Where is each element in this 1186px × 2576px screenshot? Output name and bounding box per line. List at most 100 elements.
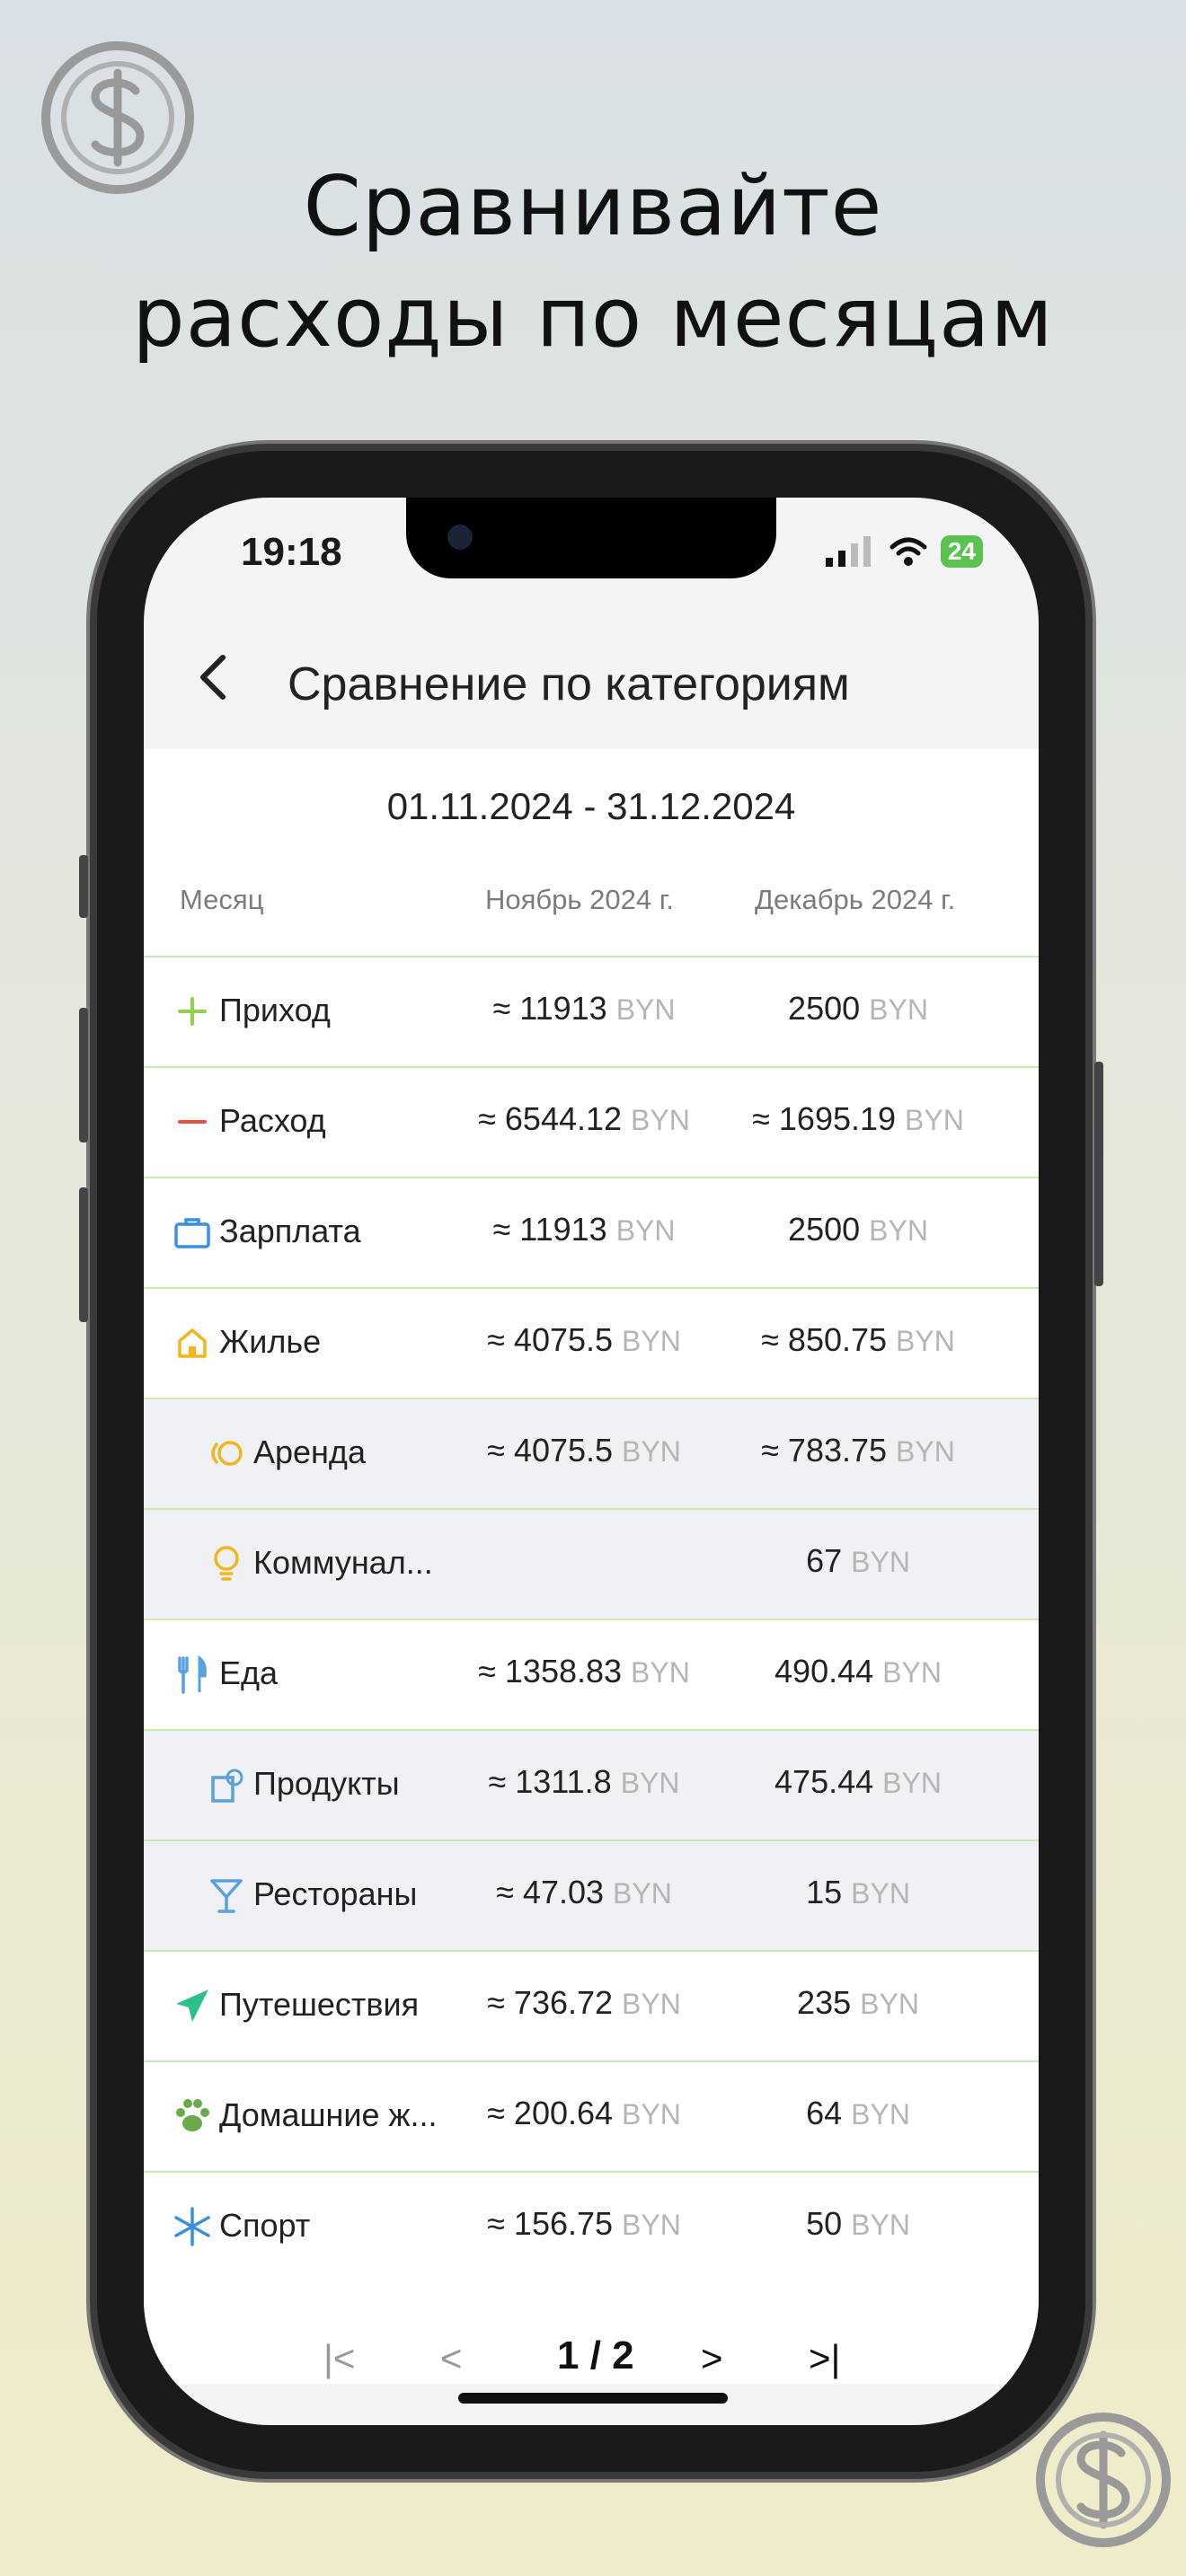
category-name: Зарплата	[219, 1213, 361, 1249]
currency-label: BYN	[869, 1214, 928, 1247]
amount: 475.44	[774, 1763, 874, 1800]
currency-label: BYN	[882, 1656, 942, 1689]
value-col-1: ≈ 1311.8 BYN	[476, 1763, 692, 1801]
house-icon	[171, 1321, 214, 1364]
category-name: Приход	[219, 992, 331, 1028]
currency-label: BYN	[631, 1104, 690, 1136]
battery-icon: 24	[940, 535, 983, 568]
last-page-icon[interactable]: >|	[809, 2337, 840, 2380]
currency-label: BYN	[622, 1988, 681, 2020]
date-range[interactable]: 01.11.2024 - 31.12.2024	[144, 785, 1039, 828]
amount: 235	[797, 1984, 852, 2021]
status-time: 19:18	[241, 530, 342, 574]
value-col-2: 2500 BYN	[737, 990, 979, 1028]
amount: ≈ 156.75	[487, 2205, 614, 2242]
table-row[interactable]: Продукты ≈ 1311.8 BYN 475.44 BYN	[144, 1729, 1039, 1839]
currency-label: BYN	[882, 1767, 942, 1799]
amount: ≈ 736.72	[487, 1984, 614, 2021]
currency-label: BYN	[851, 1546, 910, 1578]
currency-label: BYN	[613, 1877, 672, 1910]
snowflake-icon	[171, 2205, 214, 2248]
table-row[interactable]: Еда ≈ 1358.83 BYN 490.44 BYN	[144, 1619, 1039, 1729]
table-row[interactable]: Зарплата ≈ 11913 BYN 2500 BYN	[144, 1177, 1039, 1287]
next-page-icon[interactable]: >	[701, 2337, 723, 2380]
header-month: Месяц	[180, 884, 264, 915]
value-col-1: ≈ 736.72 BYN	[476, 1984, 692, 2022]
amount: ≈ 11913	[492, 1211, 607, 1248]
phone-side-button	[79, 855, 88, 918]
amount: 490.44	[774, 1653, 874, 1689]
currency-label: BYN	[896, 1435, 955, 1468]
currency-label: BYN	[622, 2209, 681, 2241]
currency-label: BYN	[896, 1325, 955, 1357]
table-row[interactable]: Жилье ≈ 4075.5 BYN ≈ 850.75 BYN	[144, 1287, 1039, 1398]
table-row[interactable]: Коммунал... 67 BYN	[144, 1508, 1039, 1619]
headline-line-2: расходы по месяцам	[132, 269, 1054, 366]
value-col-2: ≈ 1695.19 BYN	[737, 1100, 979, 1138]
value-col-1: ≈ 156.75 BYN	[476, 2205, 692, 2243]
wifi-icon	[890, 537, 927, 566]
value-col-1: ≈ 1358.83 BYN	[476, 1653, 692, 1690]
value-col-2: 2500 BYN	[737, 1211, 979, 1248]
app-logo	[1036, 2413, 1171, 2547]
currency-label: BYN	[622, 2098, 681, 2130]
value-col-2: 64 BYN	[737, 2095, 979, 2132]
table-rows: Приход ≈ 11913 BYN 2500 BYN Расход ≈ 6544.12…	[144, 956, 1039, 2281]
phone-screen: 19:18 24 Сравнение по категориям 01.11.2…	[144, 498, 1039, 2425]
phone-side-button	[79, 1187, 88, 1322]
first-page-icon[interactable]: |<	[323, 2337, 355, 2380]
amount: ≈ 1358.83	[478, 1653, 623, 1689]
page-title: Сравнение по категориям	[288, 658, 850, 710]
paw-icon	[171, 2095, 214, 2138]
value-col-2: 475.44 BYN	[737, 1763, 979, 1801]
currency-label: BYN	[851, 2098, 910, 2130]
page-indicator: 1 / 2	[557, 2333, 634, 2378]
table-row[interactable]: Домашние ж... ≈ 200.64 BYN 64 BYN	[144, 2060, 1039, 2171]
category-name: Расход	[219, 1102, 326, 1139]
table-row[interactable]: Расход ≈ 6544.12 BYN ≈ 1695.19 BYN	[144, 1066, 1039, 1177]
table-row[interactable]: Рестораны ≈ 47.03 BYN 15 BYN	[144, 1839, 1039, 1950]
camera-icon	[447, 525, 473, 550]
table-row[interactable]: Аренда ≈ 4075.5 BYN ≈ 783.75 BYN	[144, 1398, 1039, 1508]
prev-page-icon[interactable]: <	[440, 2337, 463, 2380]
table-row[interactable]: Путешествия ≈ 736.72 BYN 235 BYN	[144, 1950, 1039, 2060]
phone-side-button	[79, 1008, 88, 1142]
phone-frame: 19:18 24 Сравнение по категориям 01.11.2…	[79, 451, 1103, 2472]
amount: 67	[806, 1542, 843, 1579]
comparison-table: 01.11.2024 - 31.12.2024 Месяц Ноябрь 202…	[144, 749, 1039, 2384]
plus-icon	[171, 990, 214, 1033]
amount: 50	[806, 2205, 843, 2242]
value-col-1: ≈ 6544.12 BYN	[476, 1100, 692, 1138]
amount: ≈ 200.64	[487, 2095, 614, 2131]
category-name: Аренда	[253, 1434, 366, 1470]
value-col-1: ≈ 4075.5 BYN	[476, 1432, 692, 1469]
back-button[interactable]	[190, 652, 241, 702]
value-col-2: 235 BYN	[737, 1984, 979, 2022]
table-row[interactable]: Спорт ≈ 156.75 BYN 50 BYN	[144, 2171, 1039, 2281]
cocktail-icon	[205, 1874, 248, 1917]
category-name: Коммунал...	[253, 1544, 433, 1581]
table-row[interactable]: Приход ≈ 11913 BYN 2500 BYN	[144, 956, 1039, 1066]
category-name: Спорт	[219, 2207, 311, 2244]
currency-label: BYN	[860, 1988, 919, 2020]
groceries-icon	[205, 1763, 248, 1806]
status-icons: 24	[825, 530, 983, 573]
fork-knife-icon	[171, 1653, 214, 1696]
amount: ≈ 4075.5	[487, 1432, 614, 1469]
home-indicator	[458, 2393, 728, 2404]
briefcase-icon	[171, 1211, 214, 1254]
header-col-2: Декабрь 2024 г.	[755, 884, 956, 915]
amount: ≈ 1311.8	[488, 1763, 612, 1800]
pagination: |< < 1 / 2 > >|	[144, 2326, 1039, 2398]
phone-side-button	[1094, 1062, 1103, 1286]
value-col-2: 67 BYN	[737, 1542, 979, 1580]
amount: 2500	[788, 1211, 861, 1248]
currency-label: BYN	[631, 1656, 690, 1689]
value-col-2: ≈ 783.75 BYN	[737, 1432, 979, 1469]
nav-bar: Сравнение по категориям	[144, 605, 1039, 749]
value-col-2: 490.44 BYN	[737, 1653, 979, 1690]
value-col-1: ≈ 11913 BYN	[476, 1211, 692, 1248]
currency-label: BYN	[905, 1104, 964, 1136]
value-col-1: ≈ 11913 BYN	[476, 990, 692, 1028]
value-col-2: 50 BYN	[737, 2205, 979, 2243]
